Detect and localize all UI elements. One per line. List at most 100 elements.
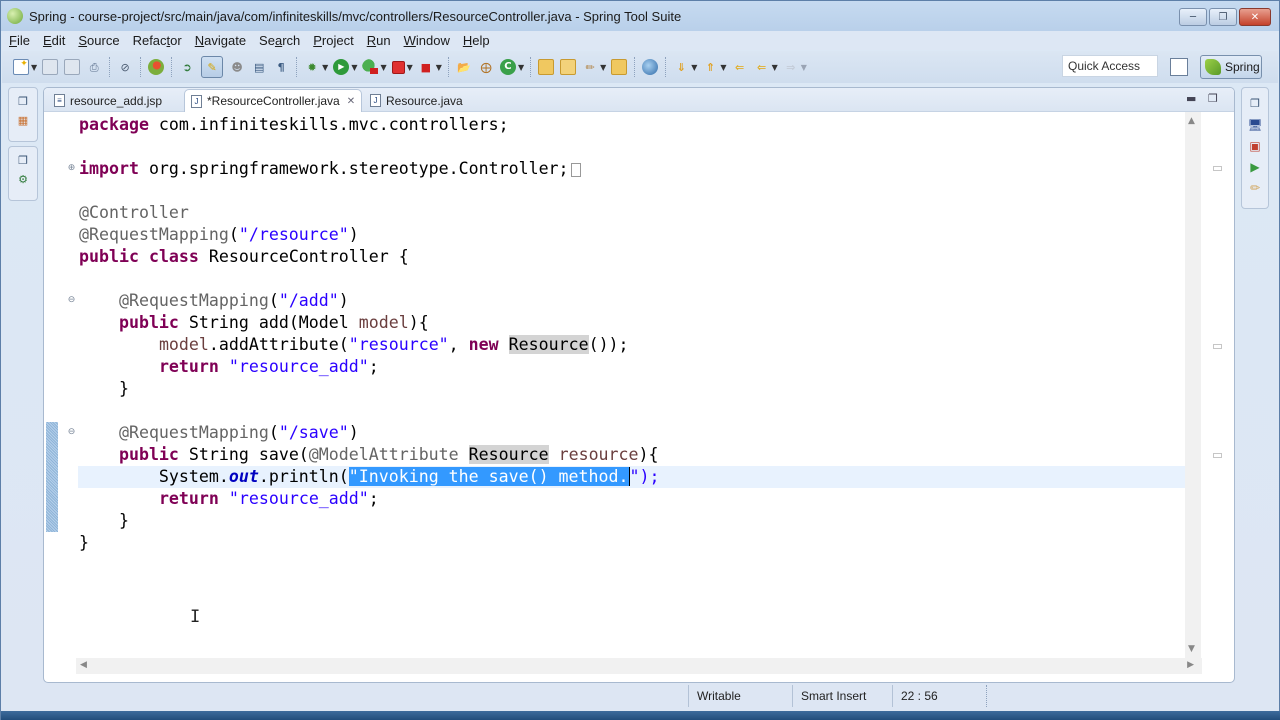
minimize-button[interactable]: ─ bbox=[1179, 8, 1207, 26]
code-line[interactable]: } bbox=[78, 510, 1202, 532]
maximize-button[interactable]: ❐ bbox=[1209, 8, 1237, 26]
stop-dropdown-icon[interactable]: ▼ bbox=[407, 63, 413, 72]
occurrence-marker[interactable] bbox=[1213, 166, 1222, 171]
run-server-icon[interactable] bbox=[362, 59, 379, 75]
search-tool-icon[interactable]: ✏ bbox=[582, 59, 598, 75]
scroll-left-icon[interactable]: ◀ bbox=[80, 660, 87, 670]
code-line[interactable]: package com.infiniteskills.mvc.controlle… bbox=[78, 114, 1202, 136]
console-icon[interactable]: 🖥 bbox=[1247, 119, 1262, 134]
occurrence-marker[interactable] bbox=[1213, 453, 1222, 458]
code-line[interactable]: } bbox=[78, 378, 1202, 400]
servers-icon[interactable]: ▣ bbox=[1249, 140, 1260, 155]
code-line[interactable]: @RequestMapping("/resource") bbox=[78, 224, 1202, 246]
code-editor[interactable]: package com.infiniteskills.mvc.controlle… bbox=[78, 112, 1202, 658]
back-icon[interactable]: ⇐ bbox=[754, 59, 770, 75]
new-class-icon[interactable]: C bbox=[499, 59, 516, 75]
expand-fold-icon[interactable]: ⊕ bbox=[67, 164, 76, 173]
open-type-icon[interactable]: ➲ bbox=[179, 59, 195, 75]
debug-dropdown-icon[interactable]: ▼ bbox=[322, 63, 328, 72]
collapse-fold-icon[interactable]: ⊖ bbox=[67, 428, 76, 437]
show-whitespace-icon[interactable]: ¶ bbox=[273, 59, 289, 75]
code-line[interactable]: @RequestMapping("/add") bbox=[78, 290, 1202, 312]
save-icon[interactable] bbox=[42, 59, 59, 75]
new-java-project-icon[interactable]: 📂 bbox=[456, 59, 472, 75]
quick-access-input[interactable]: Quick Access bbox=[1062, 55, 1158, 77]
search-dropdown-icon[interactable]: ▼ bbox=[600, 63, 606, 72]
debug-icon[interactable]: ✹ bbox=[304, 59, 320, 75]
scroll-up-icon[interactable]: ▲ bbox=[1188, 116, 1195, 126]
run-server-dropdown-icon[interactable]: ▼ bbox=[380, 63, 386, 72]
open-file-icon[interactable] bbox=[560, 59, 577, 75]
globe-icon[interactable] bbox=[642, 59, 659, 75]
menu-search[interactable]: Search bbox=[259, 33, 300, 48]
open-folder-icon[interactable] bbox=[538, 59, 555, 75]
vertical-scrollbar[interactable]: ▲ ▼ bbox=[1185, 112, 1201, 658]
forward-icon[interactable]: ⇒ bbox=[783, 59, 799, 75]
code-line[interactable] bbox=[78, 136, 1202, 158]
restore-icon[interactable]: ❐ bbox=[1250, 98, 1260, 113]
restore-icon[interactable]: ❐ bbox=[18, 155, 28, 166]
code-line[interactable] bbox=[78, 400, 1202, 422]
folded-imports-icon[interactable] bbox=[570, 162, 581, 177]
code-line[interactable]: public String add(Model model){ bbox=[78, 312, 1202, 334]
last-edit-icon[interactable]: ⇐ bbox=[732, 59, 748, 75]
run-icon[interactable]: ▶ bbox=[333, 59, 350, 75]
menu-run[interactable]: Run bbox=[367, 33, 391, 48]
menu-edit[interactable]: Edit bbox=[43, 33, 65, 48]
new-package-icon[interactable]: ⨁ bbox=[478, 59, 494, 75]
tab-resource-java[interactable]: J Resource.java bbox=[364, 89, 469, 112]
code-line[interactable]: @RequestMapping("/save") bbox=[78, 422, 1202, 444]
code-line[interactable]: @Controller bbox=[78, 202, 1202, 224]
spring-dashboard-icon[interactable] bbox=[148, 59, 165, 75]
code-line[interactable]: public String save(@ModelAttribute Resou… bbox=[78, 444, 1202, 466]
menu-window[interactable]: Window bbox=[404, 33, 450, 48]
toggle-ant-icon[interactable]: ☻ bbox=[229, 59, 245, 75]
code-line[interactable]: model.addAttribute("resource", new Resou… bbox=[78, 334, 1202, 356]
tasks-icon[interactable]: ✏ bbox=[1250, 182, 1260, 197]
menu-source[interactable]: Source bbox=[78, 33, 119, 48]
progress-icon[interactable]: ▶ bbox=[1250, 161, 1259, 176]
horizontal-scrollbar[interactable]: ◀ ▶ bbox=[76, 658, 1202, 674]
menu-help[interactable]: Help bbox=[463, 33, 490, 48]
back-dropdown-icon[interactable]: ▼ bbox=[772, 63, 778, 72]
spring-perspective-button[interactable]: Spring bbox=[1200, 55, 1262, 79]
minimize-editor-icon[interactable]: ▬ bbox=[1186, 92, 1196, 105]
occurrence-marker[interactable] bbox=[1213, 344, 1222, 349]
run-dropdown-icon[interactable]: ▼ bbox=[351, 63, 357, 72]
scroll-right-icon[interactable]: ▶ bbox=[1187, 660, 1194, 670]
restore-icon[interactable]: ❐ bbox=[18, 96, 28, 107]
code-line[interactable]: return "resource_add"; bbox=[78, 488, 1202, 510]
open-perspective-icon[interactable] bbox=[1170, 58, 1188, 76]
menu-refactor[interactable]: Refactor bbox=[133, 33, 182, 48]
code-line[interactable]: import org.springframework.stereotype.Co… bbox=[78, 158, 1202, 180]
tab-resource-add-jsp[interactable]: ≡ resource_add.jsp bbox=[48, 89, 168, 112]
new-icon[interactable]: ✦ bbox=[13, 59, 29, 75]
previous-annotation-dropdown-icon[interactable]: ▼ bbox=[720, 63, 726, 72]
save-all-icon[interactable] bbox=[64, 59, 81, 75]
collapse-fold-icon[interactable]: ⊖ bbox=[67, 296, 76, 305]
new-class-dropdown-icon[interactable]: ▼ bbox=[518, 63, 524, 72]
stop-icon[interactable] bbox=[391, 60, 405, 74]
new-dropdown-icon[interactable]: ▼ bbox=[31, 63, 37, 72]
menu-file[interactable]: File bbox=[9, 33, 30, 48]
forward-dropdown-icon[interactable]: ▼ bbox=[801, 63, 807, 72]
skip-breakpoints-icon[interactable]: ⊘ bbox=[117, 59, 133, 75]
code-line[interactable] bbox=[78, 180, 1202, 202]
overview-ruler[interactable] bbox=[1201, 112, 1234, 658]
external-tools-icon[interactable]: ■ bbox=[418, 59, 434, 75]
code-line[interactable]: return "resource_add"; bbox=[78, 356, 1202, 378]
next-annotation-icon[interactable]: ⇓ bbox=[673, 59, 689, 75]
print-icon[interactable]: ⎙ bbox=[86, 59, 102, 75]
previous-annotation-icon[interactable]: ⇑ bbox=[702, 59, 718, 75]
scroll-down-icon[interactable]: ▼ bbox=[1188, 644, 1195, 654]
menu-navigate[interactable]: Navigate bbox=[195, 33, 246, 48]
close-button[interactable]: ✕ bbox=[1239, 8, 1271, 26]
block-selection-icon[interactable]: ▤ bbox=[251, 59, 267, 75]
menu-project[interactable]: Project bbox=[313, 33, 353, 48]
maximize-editor-icon[interactable]: ❐ bbox=[1208, 92, 1218, 105]
outline-icon[interactable]: ⚙ bbox=[18, 174, 28, 185]
next-annotation-dropdown-icon[interactable]: ▼ bbox=[691, 63, 697, 72]
tab-resource-controller-java[interactable]: J *ResourceController.java ✕ bbox=[184, 89, 363, 112]
external-tools-dropdown-icon[interactable]: ▼ bbox=[436, 63, 442, 72]
code-line[interactable]: public class ResourceController { bbox=[78, 246, 1202, 268]
